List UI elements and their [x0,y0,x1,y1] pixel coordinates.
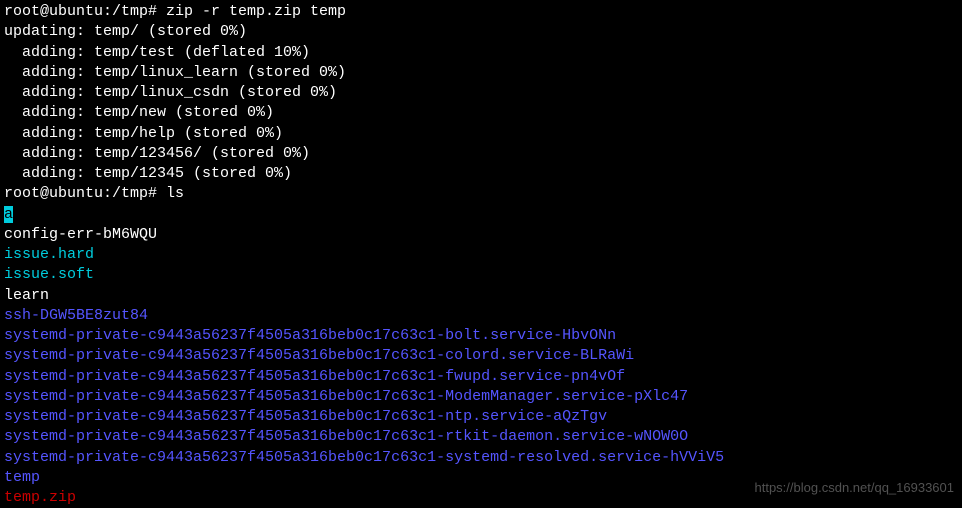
zip-output-line: adding: temp/help (stored 0%) [4,124,958,144]
zip-output-line: adding: temp/linux_learn (stored 0%) [4,63,958,83]
command-line-1: root@ubuntu:/tmp# zip -r temp.zip temp [4,2,958,22]
ls-entry: systemd-private-c9443a56237f4505a316beb0… [4,407,958,427]
ls-entry: ssh-DGW5BE8zut84 [4,306,958,326]
ls-item: a [4,206,13,223]
zip-output-line: adding: temp/test (deflated 10%) [4,43,958,63]
zip-output-line: adding: temp/12345 (stored 0%) [4,164,958,184]
ls-entry: systemd-private-c9443a56237f4505a316beb0… [4,427,958,447]
prompt: root@ubuntu:/tmp# [4,185,166,202]
command: zip -r temp.zip temp [166,3,346,20]
command: ls [166,185,184,202]
ls-entry: config-err-bM6WQU [4,225,958,245]
ls-entry: systemd-private-c9443a56237f4505a316beb0… [4,346,958,366]
zip-output-line: updating: temp/ (stored 0%) [4,22,958,42]
zip-output-line: adding: temp/linux_csdn (stored 0%) [4,83,958,103]
ls-entry: systemd-private-c9443a56237f4505a316beb0… [4,448,958,468]
command-line-2: root@ubuntu:/tmp# ls [4,184,958,204]
ls-entry: issue.soft [4,265,958,285]
ls-entry: issue.hard [4,245,958,265]
prompt: root@ubuntu:/tmp# [4,3,166,20]
ls-entry: learn [4,286,958,306]
terminal-output[interactable]: root@ubuntu:/tmp# zip -r temp.zip temp u… [4,2,958,508]
ls-entry: systemd-private-c9443a56237f4505a316beb0… [4,387,958,407]
zip-output-line: adding: temp/new (stored 0%) [4,103,958,123]
ls-entry: systemd-private-c9443a56237f4505a316beb0… [4,326,958,346]
zip-output-line: adding: temp/123456/ (stored 0%) [4,144,958,164]
ls-entry: a [4,205,958,225]
watermark-text: https://blog.csdn.net/qq_16933601 [755,479,955,497]
ls-entry: systemd-private-c9443a56237f4505a316beb0… [4,367,958,387]
